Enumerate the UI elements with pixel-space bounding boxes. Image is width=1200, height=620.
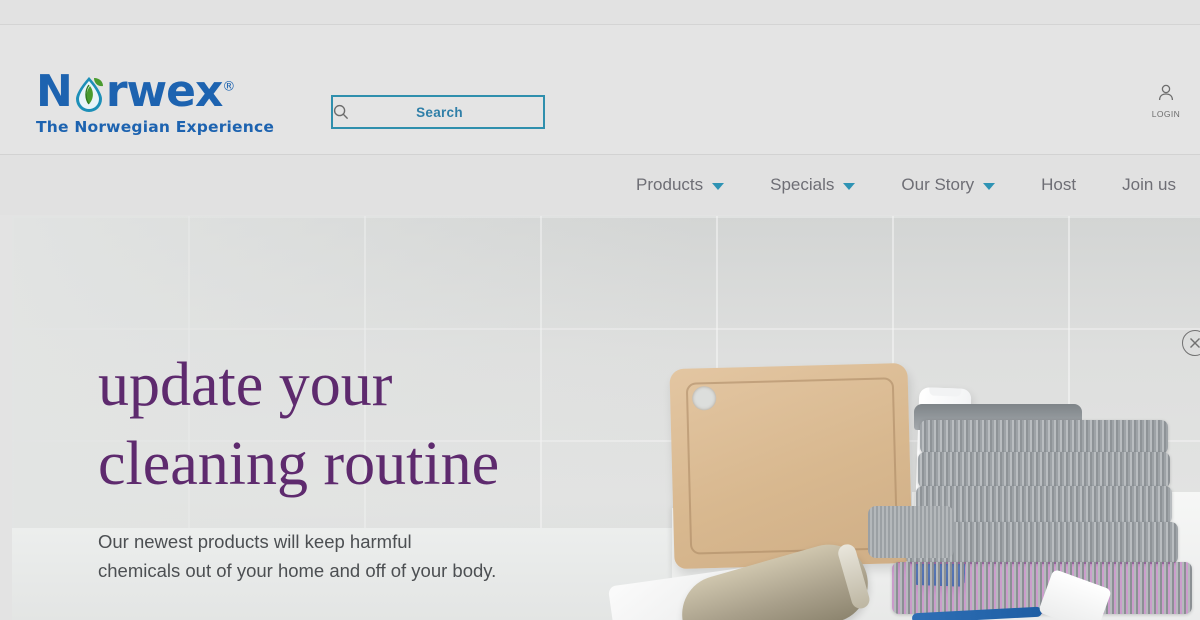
hero-title-line-2: cleaning routine (98, 430, 500, 499)
site-logo[interactable]: N rwex® The Norwegian Experience (36, 70, 286, 140)
towel-layer (920, 420, 1168, 454)
site-header: N rwex® The Norwegian Experience Search … (0, 25, 1200, 155)
top-utility-strip (0, 0, 1200, 25)
nav-label: Host (1041, 175, 1077, 194)
login-label: LOGIN (1151, 109, 1181, 119)
logo-wordmark: N rwex® (36, 70, 235, 114)
nav-item-our-story[interactable]: Our Story (901, 175, 996, 195)
search-box[interactable] (331, 95, 558, 129)
towel-stack-image (868, 374, 1192, 620)
logo-tagline: The Norwegian Experience (36, 118, 275, 136)
logo-text-part2: rwex (105, 66, 224, 117)
towel-side-fold (868, 506, 954, 558)
nav-label: Specials (770, 175, 835, 194)
chevron-down-icon (712, 183, 725, 190)
hero-subtitle: Our newest products will keep harmful ch… (98, 530, 497, 581)
main-navigation: Products Specials Our Story Host Join us (0, 155, 1200, 215)
nav-label: Products (636, 175, 704, 194)
towel-layer (918, 452, 1170, 488)
search-input[interactable] (349, 104, 558, 120)
nav-item-specials[interactable]: Specials (770, 175, 856, 195)
user-person-icon (1158, 84, 1174, 101)
registered-mark: ® (222, 79, 235, 95)
hero-title-line-1: update your (98, 351, 393, 419)
logo-text-part1: N (36, 66, 73, 117)
chevron-down-icon (843, 183, 856, 190)
nav-item-join-us[interactable]: Join us (1122, 175, 1176, 195)
hero-banner: Norwex update your cleaning routine Our … (12, 216, 1200, 620)
chevron-down-icon (983, 183, 996, 190)
nav-item-products[interactable]: Products (636, 175, 725, 195)
water-drop-leaf-icon (72, 72, 106, 112)
login-button[interactable]: LOGIN (1144, 83, 1188, 119)
hero-title: update your cleaning routine (98, 346, 618, 505)
search-icon (333, 104, 349, 120)
nav-item-host[interactable]: Host (1041, 175, 1076, 195)
nav-label: Our Story (901, 175, 975, 194)
cutting-board-hole (691, 385, 717, 411)
towel-layer (916, 486, 1172, 524)
hero-copy-block: update your cleaning routine Our newest … (98, 346, 618, 585)
nav-label: Join us (1122, 175, 1176, 194)
